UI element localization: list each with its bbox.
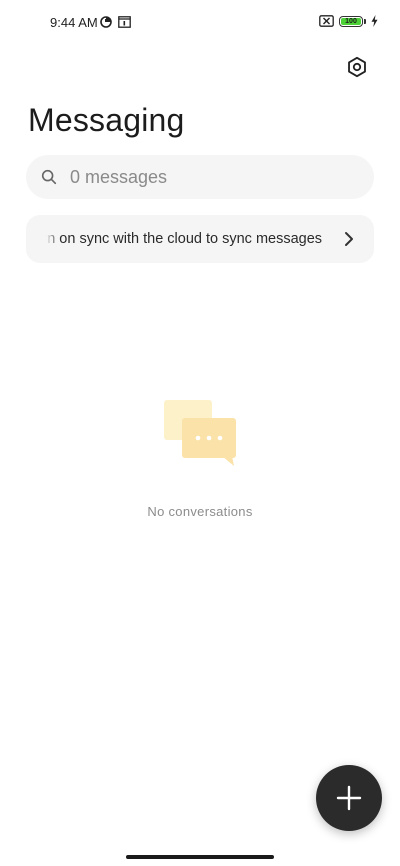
- battery-icon: 100: [339, 15, 363, 27]
- chat-bubbles-icon: [164, 400, 236, 466]
- sync-banner-text: Turn on sync with the cloud to sync mess…: [46, 231, 323, 247]
- battery-level-text: 100: [345, 17, 357, 25]
- settings-button[interactable]: [343, 53, 371, 81]
- home-indicator[interactable]: [126, 855, 274, 859]
- status-right-group: 100: [319, 15, 378, 27]
- calendar-icon: [118, 16, 131, 28]
- chevron-right-icon: [345, 232, 353, 246]
- search-placeholder: 0 messages: [70, 166, 168, 187]
- fade-right: [320, 230, 334, 248]
- sync-text-container: Turn on sync with the cloud to sync mess…: [46, 230, 334, 248]
- page-title: Messaging: [28, 102, 185, 138]
- messaging-screen: 9:44 AM 100 Messaging 0 messages Turn on…: [0, 0, 400, 866]
- status-bar: 9:44 AM 100: [0, 0, 400, 44]
- search-bar[interactable]: 0 messages: [26, 155, 374, 199]
- settings-hexagon-icon: [348, 56, 366, 78]
- battery-cap: [364, 18, 366, 24]
- search-icon: [41, 169, 57, 185]
- empty-state-text: No conversations: [147, 504, 253, 519]
- no-sim-icon: [319, 15, 334, 27]
- sync-banner[interactable]: Turn on sync with the cloud to sync mess…: [26, 215, 374, 263]
- data-saver-icon: [100, 16, 112, 28]
- plus-icon: [336, 785, 362, 811]
- charging-bolt-icon: [371, 15, 378, 27]
- fade-left: [46, 230, 60, 248]
- new-message-button[interactable]: [316, 765, 382, 831]
- status-time: 9:44 AM: [50, 15, 98, 30]
